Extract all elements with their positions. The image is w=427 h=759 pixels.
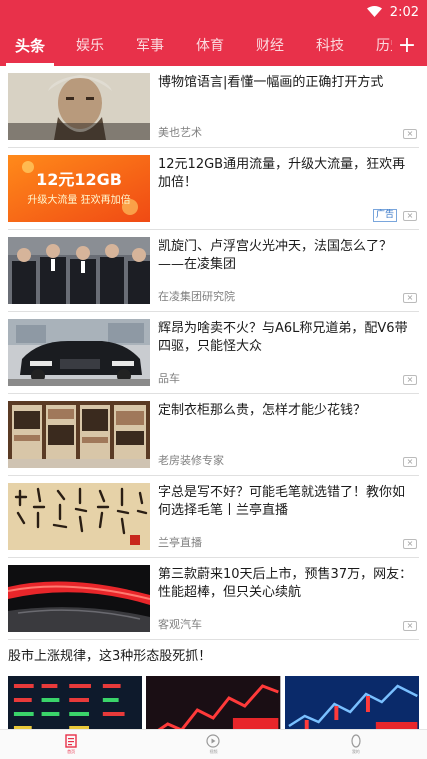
news-source: 兰亭直播 <box>158 536 202 549</box>
dismiss-icon[interactable]: × <box>403 621 417 631</box>
news-source: 客观汽车 <box>158 618 202 631</box>
news-item[interactable]: 辉昂为啥卖不火？与A6L称兄道弟，配V6带四驱，只能怪大众 品车 × <box>8 312 419 394</box>
play-circle-icon <box>206 734 221 748</box>
wifi-icon <box>366 6 382 17</box>
ad-badge: 广告 <box>372 209 397 222</box>
news-title: 第三款蔚来10天后上市，预售37万，网友：性能超棒，但只关心续航 <box>158 567 413 600</box>
bottom-navigation: 首页 视频 我的 <box>0 729 427 759</box>
channel-tabs: 头条 娱乐 军事 体育 财经 科技 历史 <box>0 24 392 66</box>
dismiss-icon[interactable]: × <box>403 211 417 221</box>
news-item[interactable]: 博物馆语言|看懂一幅画的正确打开方式 美也艺术 × <box>8 66 419 148</box>
news-title: 股市上涨规律，这3种形态股死抓！ <box>8 649 212 664</box>
multi-image-news-item[interactable]: 股市上涨规律，这3种形态股死抓！ <box>8 640 419 729</box>
car-taillight-thumbnail <box>8 565 150 632</box>
men-in-suits-thumbnail <box>8 237 150 304</box>
news-title: 字总是写不好？可能毛笔就选错了！教你如何选择毛笔丨兰亭直播 <box>158 485 406 518</box>
news-item[interactable]: 凯旋门、卢浮宫火光冲天，法国怎么了？——在凌集团 在凌集团研究院 × <box>8 230 419 312</box>
stock-board-thumbnail <box>8 676 143 729</box>
person-icon <box>351 734 361 748</box>
add-channel-button[interactable]: + <box>395 31 419 59</box>
data-plan-ad-thumbnail: 12元12GB 升级大流量 狂欢再加倍 <box>8 155 150 222</box>
news-title: 12元12GB通用流量，升级大流量，狂欢再加倍！ <box>158 157 406 190</box>
dismiss-icon[interactable]: × <box>403 457 417 467</box>
black-sedan-thumbnail <box>8 319 150 386</box>
status-time: 2:02 <box>389 4 419 20</box>
document-icon <box>65 734 77 748</box>
dismiss-icon[interactable]: × <box>403 375 417 385</box>
dismiss-icon[interactable]: × <box>403 129 417 139</box>
tab-entertainment[interactable]: 娱乐 <box>60 24 120 66</box>
image-strip <box>8 676 419 729</box>
nav-profile-label: 我的 <box>351 749 360 754</box>
news-source: 品车 <box>158 372 180 385</box>
tab-military[interactable]: 军事 <box>120 24 180 66</box>
nav-profile[interactable]: 我的 <box>285 730 427 759</box>
ad-item[interactable]: 12元12GB 升级大流量 狂欢再加倍 12元12GB通用流量，升级大流量，狂欢… <box>8 148 419 230</box>
tab-history[interactable]: 历史 <box>360 24 392 66</box>
tab-headlines[interactable]: 头条 <box>0 24 60 66</box>
nav-video[interactable]: 视频 <box>142 730 284 759</box>
nav-video-label: 视频 <box>209 749 218 754</box>
news-item[interactable]: 第三款蔚来10天后上市，预售37万，网友：性能超棒，但只关心续航 客观汽车 × <box>8 558 419 640</box>
news-title: 博物馆语言|看懂一幅画的正确打开方式 <box>158 75 384 90</box>
nav-home-label: 首页 <box>67 749 76 754</box>
dismiss-icon[interactable]: × <box>403 293 417 303</box>
portrait-painting-thumbnail <box>8 73 150 140</box>
news-source: 在凌集团研究院 <box>158 290 235 303</box>
ad-slogan-text: 升级大流量 狂欢再加倍 <box>27 193 130 206</box>
channel-tab-bar: 头条 娱乐 军事 体育 财经 科技 历史 + <box>0 24 427 66</box>
dismiss-icon[interactable]: × <box>403 539 417 549</box>
tab-finance[interactable]: 财经 <box>240 24 300 66</box>
nav-home[interactable]: 首页 <box>0 730 142 759</box>
stock-chart-red-thumbnail <box>146 676 281 729</box>
news-item[interactable]: 字总是写不好？可能毛笔就选错了！教你如何选择毛笔丨兰亭直播 兰亭直播 × <box>8 476 419 558</box>
news-title: 凯旋门、卢浮宫火光冲天，法国怎么了？——在凌集团 <box>158 239 393 272</box>
tab-technology[interactable]: 科技 <box>300 24 360 66</box>
news-source: 美也艺术 <box>158 126 202 139</box>
tab-sports[interactable]: 体育 <box>180 24 240 66</box>
news-item[interactable]: 定制衣柜那么贵，怎样才能少花钱？ 老房装修专家 × <box>8 394 419 476</box>
news-source: 老房装修专家 <box>158 454 224 467</box>
status-bar: 2:02 <box>0 0 427 24</box>
ad-price-text: 12元12GB <box>36 170 122 189</box>
news-title: 定制衣柜那么贵，怎样才能少花钱？ <box>158 403 367 418</box>
stock-chart-blue-thumbnail <box>284 676 419 729</box>
news-feed[interactable]: 博物馆语言|看懂一幅画的正确打开方式 美也艺术 × 12元12GB 升级大流量 … <box>0 66 427 729</box>
news-title: 辉昂为啥卖不火？与A6L称兄道弟，配V6带四驱，只能怪大众 <box>158 321 408 354</box>
wardrobe-thumbnail <box>8 401 150 468</box>
calligraphy-thumbnail <box>8 483 150 550</box>
